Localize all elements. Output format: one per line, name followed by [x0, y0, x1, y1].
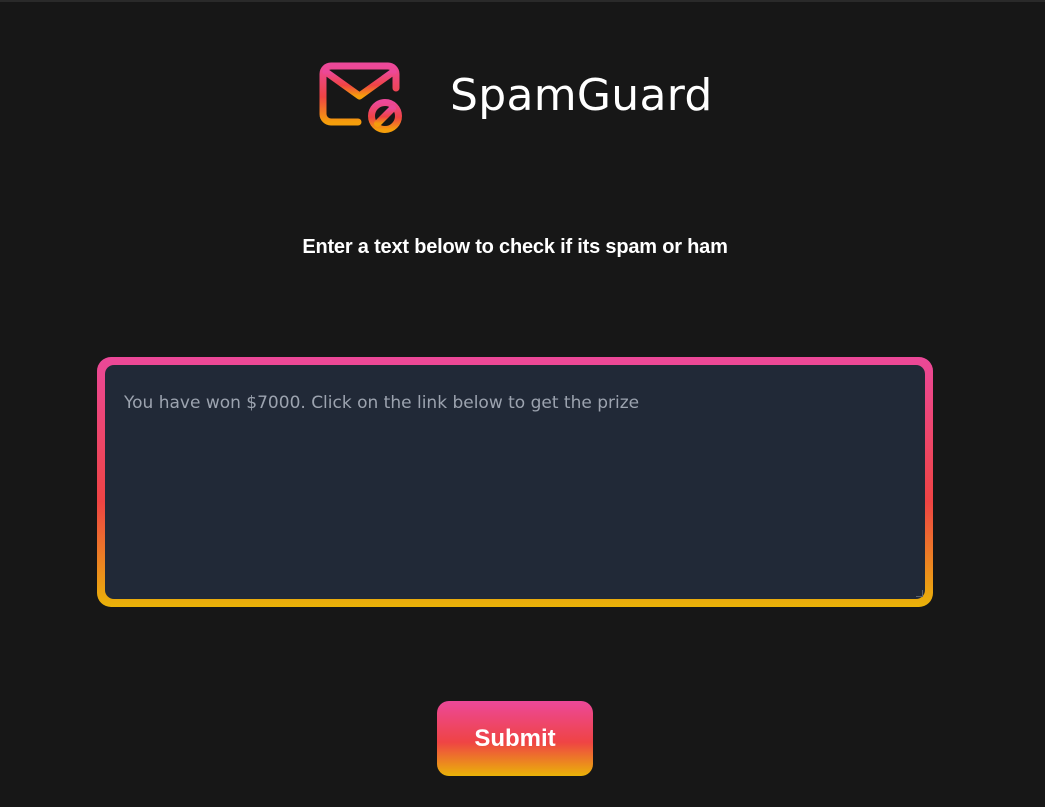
message-input-frame [97, 357, 933, 607]
brand-header: SpamGuard [318, 58, 713, 134]
mail-blocked-icon [318, 58, 406, 134]
message-input[interactable] [105, 365, 925, 599]
app-title: SpamGuard [450, 70, 713, 121]
window-top-border [0, 0, 1045, 2]
submit-button[interactable]: Submit [437, 701, 593, 776]
instruction-text: Enter a text below to check if its spam … [302, 236, 728, 258]
